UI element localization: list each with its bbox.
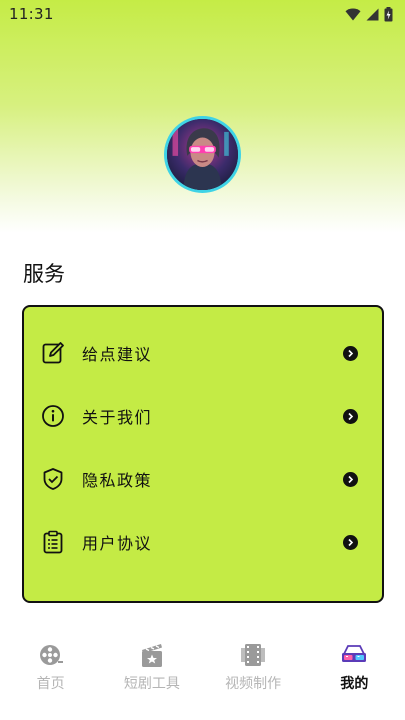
tab-label: 短剧工具 — [123, 676, 180, 692]
edit-icon — [41, 341, 65, 365]
3d-glasses-icon — [339, 640, 369, 670]
chevron-right-icon — [343, 534, 358, 550]
services-card: 给点建议 关于我们 隐私政策 用户协议 — [22, 305, 384, 603]
menu-item-label: 隐私政策 — [82, 471, 153, 490]
menu-item-privacy[interactable]: 隐私政策 — [24, 453, 382, 505]
tab-video-production[interactable]: 视频制作 — [203, 632, 304, 696]
film-reel-icon — [36, 640, 66, 670]
tab-label: 视频制作 — [225, 676, 282, 692]
menu-item-label: 用户协议 — [82, 534, 153, 553]
wifi-icon — [345, 8, 361, 21]
info-icon — [41, 404, 65, 428]
menu-item-label: 关于我们 — [82, 408, 153, 427]
avatar-icon — [167, 119, 238, 190]
tab-label: 首页 — [36, 676, 65, 692]
clipboard-icon — [41, 530, 65, 554]
film-strip-icon — [238, 640, 268, 670]
shield-check-icon — [41, 467, 65, 491]
clapperboard-icon — [137, 640, 167, 670]
status-bar: 11:31 — [0, 0, 405, 28]
menu-item-feedback[interactable]: 给点建议 — [24, 327, 382, 379]
chevron-right-icon — [343, 408, 358, 424]
status-icons — [345, 6, 393, 22]
avatar[interactable] — [164, 116, 241, 193]
menu-item-label: 给点建议 — [82, 345, 153, 364]
tab-home[interactable]: 首页 — [0, 632, 101, 696]
bottom-tab-bar: 首页 短剧工具 视频制作 我的 — [0, 632, 405, 696]
menu-item-about[interactable]: 关于我们 — [24, 390, 382, 442]
chevron-right-icon — [343, 345, 358, 361]
chevron-right-icon — [343, 471, 358, 487]
signal-icon — [366, 8, 379, 21]
tab-mine[interactable]: 我的 — [304, 632, 405, 696]
status-time: 11:31 — [9, 5, 54, 23]
menu-item-user-agreement[interactable]: 用户协议 — [24, 516, 382, 568]
section-title: 服务 — [23, 262, 65, 286]
tab-label: 我的 — [340, 676, 369, 692]
tab-drama-tools[interactable]: 短剧工具 — [101, 632, 202, 696]
battery-icon — [384, 6, 393, 22]
